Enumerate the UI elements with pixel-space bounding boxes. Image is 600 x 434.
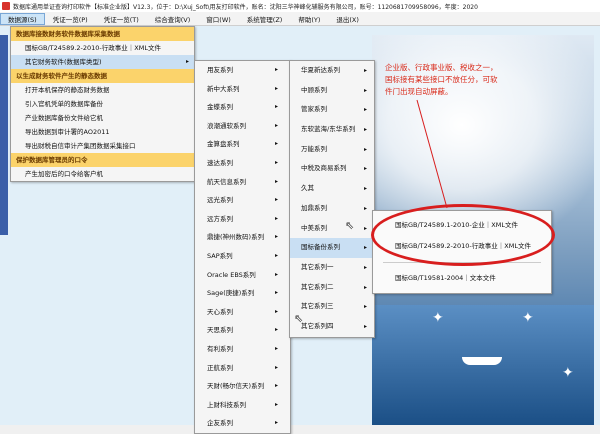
menu-item-series[interactable]: 东软蓝海/东华系列 ▸ xyxy=(290,120,374,140)
window-title: 数据库通用单证查询打印软件【标准企业版】V12.3，位于：D:\Xuj_Soft… xyxy=(13,3,478,11)
menu-system[interactable]: 系统管理(Z) xyxy=(239,14,291,24)
menu-item-series[interactable]: 新中大系列 ▸ xyxy=(195,80,290,99)
vendor-series-menu: 用友系列 ▸ 新中大系列 ▸ 金蝶系列 ▸ 浪潮通软系列 ▸ 金算盘系列 ▸ 速达系列 ▸ … xyxy=(194,60,291,434)
annotation-text: 企业版、行政事业版、税收之一，国标接有某些接口不放任分，可软件门出现自动屏蔽。 xyxy=(385,63,498,96)
app-icon xyxy=(2,2,10,10)
menu-section-header: 数据库接数财务软件数据库采集数据 xyxy=(11,27,194,41)
menu-item-series[interactable]: Sage(庚捷)系列 ▸ xyxy=(195,284,290,303)
title-bar: 数据库通用单证查询打印软件【标准企业版】V12.3，位于：D:\Xuj_Soft… xyxy=(0,0,600,12)
menu-voucher-list-t[interactable]: 凭证一览(T) xyxy=(96,14,147,24)
menu-item-series[interactable]: 用友系列 ▸ xyxy=(195,61,290,80)
menu-item-gbt-admin-xml[interactable]: 国标GB/T24589.2-2010-行政事业｜XML文件 xyxy=(11,41,194,55)
menu-item-series[interactable]: 浪潮通软系列 ▸ xyxy=(195,117,290,136)
menu-item-gbt-text[interactable]: 国标GB/T19581-2004｜文本文件 xyxy=(373,268,551,289)
menu-item-export-audit-interface[interactable]: 导出财税自信审计产集团数据采集接口 xyxy=(11,139,194,153)
menu-item-series[interactable]: 万能系列 ▸ xyxy=(290,140,374,160)
menu-item-series[interactable]: Oracle EBS系列 ▸ xyxy=(195,266,290,285)
mouse-cursor-icon: ⇖ xyxy=(294,312,304,325)
menu-item-series[interactable]: 航天信息系列 ▸ xyxy=(195,173,290,192)
side-banner xyxy=(0,35,8,235)
menu-item-series[interactable]: 天财(畅尔信天)系列 ▸ xyxy=(195,377,290,396)
highlight-ellipse xyxy=(371,204,555,266)
menu-item-series[interactable]: 中顾系列 ▸ xyxy=(290,81,374,101)
menu-item-series[interactable]: 正航系列 ▸ xyxy=(195,359,290,378)
menu-voucher-list[interactable]: 凭证一览(P) xyxy=(45,14,96,24)
menu-item-other-finance-db[interactable]: 其它财务软件(数据库类型) ▸ xyxy=(11,55,194,69)
menu-item-gb-backup-series[interactable]: 国标备份系列 ▸ xyxy=(290,238,374,258)
menu-window[interactable]: 窗口(W) xyxy=(198,14,239,24)
menu-item-series[interactable]: 速达系列 ▸ xyxy=(195,154,290,173)
menu-item-series[interactable]: 中美系列 ▸ xyxy=(290,219,374,239)
menu-item-series[interactable]: 远方系列 ▸ xyxy=(195,210,290,229)
menu-item-series[interactable]: 管家系列 ▸ xyxy=(290,100,374,120)
menu-query[interactable]: 综合查询(V) xyxy=(147,14,199,24)
menu-item-series[interactable]: 华夏新达系列 ▸ xyxy=(290,61,374,81)
menu-section-header: 保护数据库管理员的口令 xyxy=(11,153,194,167)
menu-item-series[interactable]: 加鼎系列 ▸ xyxy=(290,199,374,219)
menu-item-series[interactable]: 远光系列 ▸ xyxy=(195,191,290,210)
menu-item-series[interactable]: 金蝶系列 ▸ xyxy=(195,98,290,117)
menu-item-encrypted-password[interactable]: 产生加密后的口令给客户机 xyxy=(11,167,194,181)
menu-item-label: 其它财务软件(数据库类型) xyxy=(25,58,102,66)
menu-item-series[interactable]: 中税及商易系列 ▸ xyxy=(290,159,374,179)
menu-item-series[interactable]: 金算盘系列 ▸ xyxy=(195,135,290,154)
menu-item-series[interactable]: 其它系列二 ▸ xyxy=(290,278,374,298)
datasource-menu: 数据库接数财务软件数据库采集数据 国标GB/T24589.2-2010-行政事业… xyxy=(10,26,195,182)
other-series-menu: 华夏新达系列 ▸ 中顾系列 ▸ 管家系列 ▸ 东软蓝海/东华系列 ▸ 万能系列 ▸ 中税及… xyxy=(289,60,375,338)
menu-bar: 数据源(S) 凭证一览(P) 凭证一览(T) 综合查询(V) 窗口(W) 系统管… xyxy=(0,12,600,26)
menu-item-series[interactable]: 企友系列 ▸ xyxy=(195,414,290,433)
boat-image xyxy=(462,357,502,365)
menu-item-series[interactable]: 上财科技系列 ▸ xyxy=(195,396,290,415)
submenu-arrow-icon: ▸ xyxy=(185,58,189,65)
menu-help[interactable]: 帮助(Y) xyxy=(290,14,328,24)
menu-item-series[interactable]: SAP系列 ▸ xyxy=(195,247,290,266)
menu-item-series[interactable]: 天心系列 ▸ xyxy=(195,303,290,322)
menu-item-export-ao2011[interactable]: 导出数据到审计署的AO2011 xyxy=(11,125,194,139)
menu-item-series[interactable]: 有利系列 ▸ xyxy=(195,340,290,359)
menu-item-series[interactable]: 天思系列 ▸ xyxy=(195,321,290,340)
menu-item-open-static-data[interactable]: 打开本机保存的静态财务数据 xyxy=(11,83,194,97)
menu-datasource[interactable]: 数据源(S) xyxy=(0,12,45,25)
menu-item-series[interactable]: 其它系列一 ▸ xyxy=(290,258,374,278)
menu-exit[interactable]: 退出(X) xyxy=(328,14,367,24)
menu-section-header: 以生成财务软件产生的静态数据 xyxy=(11,69,194,83)
menu-item-import-backup[interactable]: 引入官机凭单的数据库备份 xyxy=(11,97,194,111)
mouse-cursor-icon: ⇖ xyxy=(345,219,355,232)
menu-item-series[interactable]: 久其 ▸ xyxy=(290,179,374,199)
menu-item-series[interactable]: 鼎捷(神州数码)系列 ▸ xyxy=(195,228,290,247)
menu-item-export-backup[interactable]: 产业数据库备份文件给它机 xyxy=(11,111,194,125)
